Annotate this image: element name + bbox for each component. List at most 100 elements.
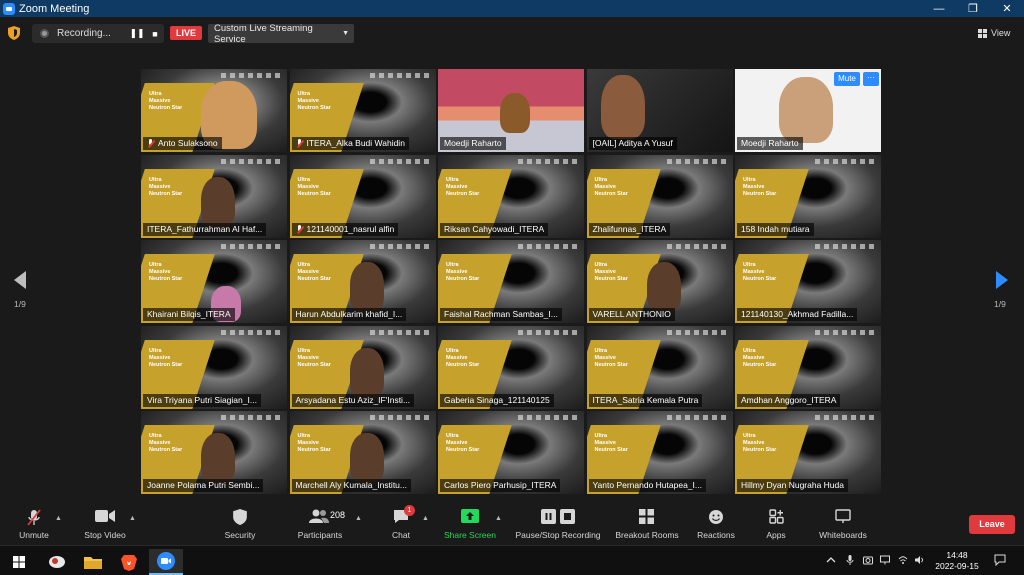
pause-stop-recording-button[interactable]: Pause/Stop Recording <box>512 503 604 545</box>
slide-title-line: Massive <box>149 183 171 190</box>
taskbar-app-brave[interactable] <box>112 549 146 575</box>
participant-video-tile[interactable]: Ultra Massive Neutron Star 158 Indah mutiar… <box>735 154 881 238</box>
participant-video-tile[interactable]: Ultra Massive Neutron Star Carlos Piero Par… <box>438 411 584 494</box>
slide-title-line: Neutron Star <box>743 361 777 368</box>
tray-wifi-icon[interactable] <box>898 555 908 565</box>
tray-chevron-up-icon[interactable] <box>826 555 836 565</box>
participant-video-tile[interactable]: Ultra Massive Neutron Star Joanne Polama Pu… <box>141 411 287 494</box>
participant-name: Amdhan Anggoro_ITERA <box>741 394 837 405</box>
tray-microphone-icon[interactable] <box>845 555 855 565</box>
previous-page-arrow-icon[interactable] <box>14 271 26 289</box>
participant-video-tile[interactable]: Ultra Massive Neutron Star ITERA_Satria Kem… <box>586 325 733 409</box>
close-window-button[interactable]: ✕ <box>990 2 1024 15</box>
breakout-rooms-label: Breakout Rooms <box>615 530 679 540</box>
share-screen-label: Share Screen <box>444 530 496 540</box>
slide-logos <box>369 73 430 78</box>
stop-recording-button[interactable]: ■ <box>146 29 164 39</box>
recording-label: Recording... <box>57 28 111 39</box>
tile-mute-button[interactable]: Mute <box>834 72 860 86</box>
breakout-rooms-button[interactable]: Breakout Rooms <box>612 503 682 545</box>
chat-button[interactable]: 1 Chat <box>384 503 418 545</box>
video-options-chevron-up-icon[interactable]: ▲ <box>129 515 136 522</box>
participant-video-tile[interactable]: Ultra Massive Neutron Star Hillmy Dyan Nugr… <box>735 411 881 494</box>
tray-network-icon[interactable] <box>880 555 890 565</box>
participant-video-tile[interactable]: Ultra Massive Neutron Star 121140130_Akhmad… <box>735 240 881 323</box>
tray-camera-icon[interactable] <box>863 555 873 565</box>
slide-title-line: Ultra <box>743 176 756 183</box>
slide-title-line: Ultra <box>446 176 459 183</box>
meeting-top-bar: Recording... ❚❚ ■ LIVE Custom Live Strea… <box>0 17 1024 49</box>
slide-title-line: Massive <box>594 440 616 446</box>
live-stream-service-dropdown[interactable]: Custom Live Streaming Service ▼ <box>208 23 354 45</box>
view-button[interactable]: View <box>978 25 1018 41</box>
participant-video-tile[interactable]: Ultra Massive Neutron Star Arsyadana Estu A… <box>289 325 436 409</box>
whiteboards-button[interactable]: Whiteboards <box>812 503 874 545</box>
apps-button[interactable]: Apps <box>756 503 796 545</box>
next-page-arrow-icon[interactable] <box>996 271 1008 289</box>
security-button[interactable]: Security <box>218 503 262 545</box>
share-screen-button[interactable]: Share Screen <box>442 503 498 545</box>
shield-icon[interactable] <box>8 26 20 40</box>
participant-video-tile[interactable]: Ultra Massive Neutron Star Gaberia Sinaga_1… <box>438 325 584 409</box>
participant-video-tile[interactable]: Moedji Raharto <box>438 69 584 152</box>
taskbar-clock[interactable]: 14:48 2022-09-15 <box>934 550 980 572</box>
slide-title-line: Neutron Star <box>297 105 331 111</box>
reactions-button[interactable]: Reactions <box>694 503 738 545</box>
participant-video-tile[interactable]: Ultra Massive Neutron Star ITERA_Alka Budi … <box>289 69 436 152</box>
slide-title-line: Ultra <box>149 262 162 268</box>
start-button[interactable] <box>2 549 36 575</box>
slide-title-line: Massive <box>446 354 468 361</box>
slide-title-line: Ultra <box>594 433 608 439</box>
participant-name: Marchell Aly Kumala_Institu... <box>295 480 408 490</box>
pause-recording-button[interactable]: ❚❚ <box>128 28 146 39</box>
participant-video-tile[interactable]: Ultra Massive Neutron Star Marchell Aly Kum… <box>289 411 436 494</box>
slide-title-line: Ultra <box>149 176 162 183</box>
minimize-button[interactable]: — <box>922 3 956 15</box>
share-screen-chevron-up-icon[interactable]: ▲ <box>495 515 502 522</box>
participant-video-tile[interactable]: [OAIL] Aditya A Yusuf <box>586 69 733 152</box>
participant-name: ITERA_Satria Kemala Putra <box>592 394 699 405</box>
notifications-icon[interactable] <box>994 554 1006 566</box>
slide-title-line: Ultra <box>594 176 608 183</box>
live-badge[interactable]: LIVE <box>170 26 203 40</box>
audio-options-chevron-up-icon[interactable]: ▲ <box>55 515 62 522</box>
taskbar-app-file-explorer[interactable] <box>76 549 110 575</box>
slide-title-line: Neutron Star <box>446 361 480 368</box>
unmute-button[interactable]: Unmute <box>14 503 54 545</box>
participant-video-tile[interactable]: Ultra Massive Neutron Star Faishal Rachman … <box>438 240 584 323</box>
slide-logos <box>666 329 727 335</box>
taskbar-app-browser[interactable] <box>40 549 74 575</box>
slide-title-line: Neutron Star <box>594 276 628 282</box>
tile-more-options-button[interactable]: ··· <box>863 72 879 86</box>
slide-title-line: Neutron Star <box>149 276 183 282</box>
maximize-button[interactable]: ❐ <box>956 2 990 15</box>
stop-video-button[interactable]: Stop Video <box>80 503 130 545</box>
participant-video-tile[interactable]: Ultra Massive Neutron Star VARELL ANTHONIO <box>586 240 733 323</box>
slide-title-line: Ultra <box>149 91 162 97</box>
participant-video-tile[interactable]: Ultra Massive Neutron Star Vira Triyana Put… <box>141 325 287 409</box>
participant-name: Vira Triyana Putri Siagian_I... <box>147 394 257 405</box>
participant-video-tile[interactable]: Ultra Massive Neutron Star Amdhan Anggoro_I… <box>735 325 881 409</box>
participant-video-tile[interactable]: Ultra Massive Neutron Star Yanto Pernando H… <box>586 411 733 494</box>
participants-button[interactable]: 208 Participants <box>292 503 348 545</box>
clock-time: 14:48 <box>946 550 968 560</box>
participant-video-tile[interactable]: Ultra Massive Neutron Star Khairani Bilqis_… <box>141 240 287 323</box>
participant-video-tile[interactable]: Ultra Massive Neutron Star Riksan Cahyowadi… <box>438 154 584 238</box>
leave-meeting-button[interactable]: Leave <box>969 515 1015 534</box>
participants-chevron-up-icon[interactable]: ▲ <box>355 515 362 522</box>
slide-title-line: Massive <box>743 269 765 275</box>
participant-video-tile[interactable]: Ultra Massive Neutron Star 121140001_nasrul… <box>289 154 436 238</box>
chat-label: Chat <box>392 530 410 540</box>
participant-video-tile[interactable]: Ultra Massive Neutron Star ITERA_Fathurrahm… <box>141 154 287 238</box>
participant-name-tag: ITERA_Fathurrahman Al Haf... <box>143 222 267 236</box>
chat-chevron-up-icon[interactable]: ▲ <box>422 515 429 522</box>
participant-video-tile[interactable]: Ultra Massive Neutron Star Harun Abdulkarim… <box>289 240 436 323</box>
participant-video-tile[interactable]: Ultra Massive Neutron Star Zhalifunnas_ITER… <box>586 154 733 238</box>
tray-volume-icon[interactable] <box>915 555 925 565</box>
slide-title-line: Neutron Star <box>297 447 331 453</box>
windows-logo-icon <box>13 556 25 568</box>
participant-name-tag: 121140001_nasrul alfin <box>291 222 399 236</box>
participant-video-tile[interactable]: Ultra Massive Neutron Star Anto Sulaksono <box>141 69 287 152</box>
taskbar-app-zoom[interactable] <box>149 549 183 575</box>
slide-title-line: Massive <box>446 269 468 275</box>
